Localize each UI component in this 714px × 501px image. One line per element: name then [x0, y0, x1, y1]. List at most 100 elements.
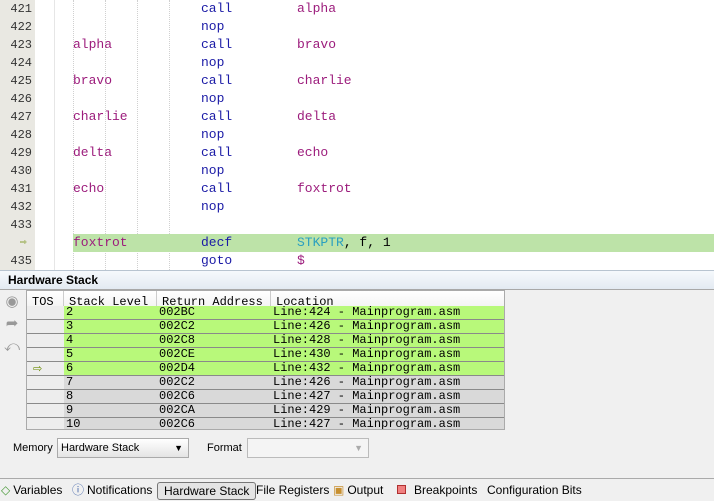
- info-icon: ⓘ: [72, 483, 85, 497]
- table-row[interactable]: 8 002C6 Line:427 - Mainprogram.asm: [27, 389, 504, 404]
- return-address-cell: 002CE: [159, 347, 196, 361]
- return-address-cell: 002C6: [159, 389, 196, 403]
- table-row[interactable]: 2 002BC Line:424 - Mainprogram.asm: [27, 305, 504, 320]
- table-row[interactable]: 3 002C2 Line:426 - Mainprogram.asm: [27, 320, 504, 334]
- code-instruction: nop: [201, 19, 225, 34]
- line-number: 423: [10, 38, 32, 52]
- code-line[interactable]: 426 nop: [0, 90, 714, 108]
- stack-level-cell: 2: [66, 305, 74, 319]
- code-label: alpha: [73, 37, 113, 52]
- stack-level-cell: 9: [66, 403, 74, 417]
- tab-hardware-stack[interactable]: Hardware Stack: [157, 482, 257, 500]
- code-operand: echo: [297, 145, 329, 160]
- code-operand: foxtrot: [297, 181, 352, 196]
- table-row[interactable]: ⇨ 6 002D4 Line:432 - Mainprogram.asm: [27, 361, 504, 376]
- tab-notifications[interactable]: ⓘ Notifications: [72, 482, 152, 500]
- tab-label: Output: [347, 483, 384, 497]
- memory-controls: Memory Hardware Stack ▼ Format ▼: [0, 437, 714, 461]
- table-row[interactable]: 10 002C6 Line:427 - Mainprogram.asm: [27, 417, 504, 430]
- code-instruction: call: [201, 73, 233, 88]
- code-line[interactable]: 428 nop: [0, 126, 714, 144]
- tos-cell: [27, 390, 64, 403]
- line-number: 430: [10, 164, 32, 178]
- code-label: bravo: [73, 73, 113, 88]
- code-instruction: nop: [201, 127, 225, 142]
- program-counter-arrow-icon: ⇨: [20, 237, 27, 249]
- code-instruction: call: [201, 145, 233, 160]
- table-row[interactable]: 9 002CA Line:429 - Mainprogram.asm: [27, 403, 504, 418]
- tab-variables[interactable]: ◇ Variables: [1, 482, 62, 500]
- tab-output[interactable]: ▣ Output: [333, 482, 383, 500]
- location-cell: Line:432 - Mainprogram.asm: [273, 361, 461, 375]
- tab-breakpoints[interactable]: Breakpoints: [397, 482, 477, 500]
- step-forward-icon[interactable]: ➦: [3, 314, 21, 332]
- register-name: STKPTR: [297, 235, 344, 250]
- zoom-icon[interactable]: ◉: [3, 292, 21, 310]
- location-cell: Line:429 - Mainprogram.asm: [273, 403, 461, 417]
- tos-cell: [27, 404, 64, 417]
- code-line[interactable]: 424 nop: [0, 54, 714, 72]
- memory-select[interactable]: Hardware Stack ▼: [57, 438, 189, 458]
- code-line[interactable]: 425 bravo call charlie: [0, 72, 714, 90]
- code-line[interactable]: 422 nop: [0, 18, 714, 36]
- code-operand: alpha: [297, 1, 337, 16]
- code-operand: bravo: [297, 37, 337, 52]
- code-line[interactable]: 429 delta call echo: [0, 144, 714, 162]
- operand-args: , f, 1: [343, 235, 391, 250]
- code-instruction: call: [201, 181, 233, 196]
- return-address-cell: 002BC: [159, 305, 196, 319]
- table-row[interactable]: 7 002C2 Line:426 - Mainprogram.asm: [27, 375, 504, 390]
- code-line[interactable]: 430 nop: [0, 162, 714, 180]
- line-number: 426: [10, 92, 32, 106]
- line-number: 422: [10, 20, 32, 34]
- tos-cell: ⇨: [27, 362, 64, 375]
- code-line[interactable]: 433: [0, 216, 714, 234]
- tos-cell: [27, 334, 64, 347]
- code-line[interactable]: 427 charlie call delta: [0, 108, 714, 126]
- code-line[interactable]: 421 call alpha: [0, 0, 714, 18]
- memory-select-value: Hardware Stack: [61, 442, 140, 454]
- table-row[interactable]: 5 002CE Line:430 - Mainprogram.asm: [27, 347, 504, 362]
- chevron-down-icon: ▼: [174, 443, 183, 453]
- code-label: echo: [73, 181, 105, 196]
- code-line[interactable]: 432 nop: [0, 198, 714, 216]
- code-line[interactable]: 423 alpha call bravo: [0, 36, 714, 54]
- chevron-down-icon: ▼: [354, 443, 363, 453]
- code-label: foxtrot: [73, 235, 128, 250]
- output-icon: ▣: [333, 483, 345, 497]
- diamond-icon: ◇: [1, 483, 11, 497]
- stack-level-cell: 8: [66, 389, 74, 403]
- tab-configuration-bits[interactable]: Configuration Bits: [487, 482, 582, 500]
- code-line[interactable]: 435 goto $: [0, 252, 714, 270]
- return-address-cell: 002D4: [159, 361, 196, 375]
- tos-cell: [27, 306, 64, 319]
- tab-label: Variables: [13, 483, 63, 497]
- table-row[interactable]: 4 002C8 Line:428 - Mainprogram.asm: [27, 333, 504, 348]
- step-back-icon[interactable]: ⤺: [3, 338, 21, 356]
- line-number: 435: [10, 254, 32, 268]
- code-line[interactable]: 431 echo call foxtrot: [0, 180, 714, 198]
- line-number: 421: [10, 2, 32, 16]
- stack-level-cell: 7: [66, 375, 74, 389]
- code-instruction: decf: [201, 235, 233, 250]
- stack-level-cell: 5: [66, 347, 74, 361]
- tab-file-registers[interactable]: File Registers: [256, 482, 329, 500]
- stack-level-cell: 4: [66, 333, 74, 347]
- location-cell: Line:427 - Mainprogram.asm: [273, 389, 461, 403]
- tos-cell: [27, 320, 64, 333]
- tab-label: Hardware Stack: [164, 484, 250, 498]
- line-number: 424: [10, 56, 32, 70]
- code-operand: $: [297, 253, 305, 268]
- code-editor[interactable]: 421 call alpha 422 nop 423 alpha call bravo 424 no…: [0, 0, 714, 270]
- tab-label: Breakpoints: [414, 483, 478, 497]
- code-instruction: nop: [201, 199, 225, 214]
- format-select[interactable]: ▼: [247, 438, 369, 458]
- code-operand: STKPTR, f, 1: [297, 234, 391, 252]
- panel-title: Hardware Stack: [8, 273, 99, 287]
- code-instruction: nop: [201, 91, 225, 106]
- return-address-cell: 002C6: [159, 417, 196, 430]
- memory-label: Memory: [13, 442, 53, 454]
- current-code-line[interactable]: ⇨ foxtrot decf STKPTR, f, 1: [0, 234, 714, 252]
- breakpoint-icon: [397, 485, 406, 494]
- line-number: 432: [10, 200, 32, 214]
